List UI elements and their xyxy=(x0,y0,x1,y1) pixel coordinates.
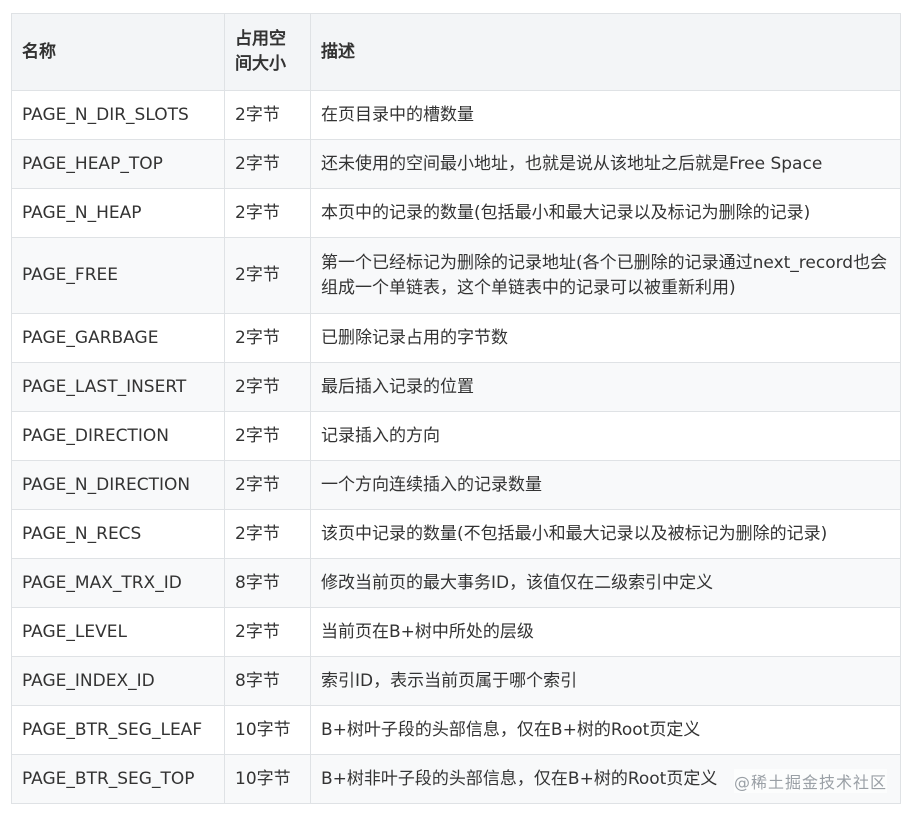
cell-name: PAGE_GARBAGE xyxy=(11,313,225,363)
cell-description: 第一个已经标记为删除的记录地址(各个已删除的记录通过next_record也会组… xyxy=(310,237,901,314)
cell-description: 最后插入记录的位置 xyxy=(310,362,901,412)
table-row: PAGE_FREE 2字节 第一个已经标记为删除的记录地址(各个已删除的记录通过… xyxy=(11,237,901,314)
cell-description: 还未使用的空间最小地址，也就是说从该地址之后就是Free Space xyxy=(310,139,901,189)
cell-description: 当前页在B+树中所处的层级 xyxy=(310,607,901,657)
cell-size: 2字节 xyxy=(224,90,311,140)
cell-size: 2字节 xyxy=(224,362,311,412)
cell-name: PAGE_BTR_SEG_LEAF xyxy=(11,705,225,755)
cell-size: 2字节 xyxy=(224,607,311,657)
table-row: PAGE_N_DIR_SLOTS 2字节 在页目录中的槽数量 xyxy=(11,90,901,140)
cell-name: PAGE_FREE xyxy=(11,237,225,314)
watermark: @稀土掘金技术社区 xyxy=(733,769,887,793)
page-header-table: 名称 占用空间大小 描述 PAGE_N_DIR_SLOTS 2字节 在页目录中的… xyxy=(11,13,901,804)
cell-description: 本页中的记录的数量(包括最小和最大记录以及标记为删除的记录) xyxy=(310,188,901,238)
cell-size: 2字节 xyxy=(224,188,311,238)
cell-name: PAGE_N_RECS xyxy=(11,509,225,559)
header-name: 名称 xyxy=(11,13,225,91)
cell-description: 记录插入的方向 xyxy=(310,411,901,461)
cell-description: 已删除记录占用的字节数 xyxy=(310,313,901,363)
cell-description: 该页中记录的数量(不包括最小和最大记录以及被标记为删除的记录) xyxy=(310,509,901,559)
cell-name: PAGE_N_DIR_SLOTS xyxy=(11,90,225,140)
table-header-row: 名称 占用空间大小 描述 xyxy=(11,13,901,91)
cell-size: 8字节 xyxy=(224,656,311,706)
cell-size: 8字节 xyxy=(224,558,311,608)
cell-size: 2字节 xyxy=(224,237,311,314)
table-row: PAGE_MAX_TRX_ID 8字节 修改当前页的最大事务ID，该值仅在二级索… xyxy=(11,558,901,608)
table-row: PAGE_LEVEL 2字节 当前页在B+树中所处的层级 xyxy=(11,607,901,657)
table-row: PAGE_N_DIRECTION 2字节 一个方向连续插入的记录数量 xyxy=(11,460,901,510)
table-row: PAGE_GARBAGE 2字节 已删除记录占用的字节数 xyxy=(11,313,901,363)
cell-size: 2字节 xyxy=(224,509,311,559)
header-size: 占用空间大小 xyxy=(224,13,311,91)
cell-name: PAGE_DIRECTION xyxy=(11,411,225,461)
cell-name: PAGE_BTR_SEG_TOP xyxy=(11,754,225,804)
cell-name: PAGE_MAX_TRX_ID xyxy=(11,558,225,608)
table-row: PAGE_LAST_INSERT 2字节 最后插入记录的位置 xyxy=(11,362,901,412)
cell-size: 2字节 xyxy=(224,460,311,510)
table-row: PAGE_HEAP_TOP 2字节 还未使用的空间最小地址，也就是说从该地址之后… xyxy=(11,139,901,189)
cell-name: PAGE_HEAP_TOP xyxy=(11,139,225,189)
cell-size: 2字节 xyxy=(224,139,311,189)
cell-description: B+树叶子段的头部信息，仅在B+树的Root页定义 xyxy=(310,705,901,755)
cell-name: PAGE_LAST_INSERT xyxy=(11,362,225,412)
cell-description: 在页目录中的槽数量 xyxy=(310,90,901,140)
cell-name: PAGE_INDEX_ID xyxy=(11,656,225,706)
cell-name: PAGE_N_DIRECTION xyxy=(11,460,225,510)
cell-size: 10字节 xyxy=(224,705,311,755)
header-description: 描述 xyxy=(310,13,901,91)
cell-description: 一个方向连续插入的记录数量 xyxy=(310,460,901,510)
cell-size: 2字节 xyxy=(224,313,311,363)
cell-size: 10字节 xyxy=(224,754,311,804)
cell-name: PAGE_N_HEAP xyxy=(11,188,225,238)
cell-size: 2字节 xyxy=(224,411,311,461)
table-row: PAGE_N_HEAP 2字节 本页中的记录的数量(包括最小和最大记录以及标记为… xyxy=(11,188,901,238)
cell-name: PAGE_LEVEL xyxy=(11,607,225,657)
table-row: PAGE_INDEX_ID 8字节 索引ID，表示当前页属于哪个索引 xyxy=(11,656,901,706)
table-row: PAGE_N_RECS 2字节 该页中记录的数量(不包括最小和最大记录以及被标记… xyxy=(11,509,901,559)
table-row: PAGE_BTR_SEG_LEAF 10字节 B+树叶子段的头部信息，仅在B+树… xyxy=(11,705,901,755)
cell-description: 修改当前页的最大事务ID，该值仅在二级索引中定义 xyxy=(310,558,901,608)
cell-description: 索引ID，表示当前页属于哪个索引 xyxy=(310,656,901,706)
table-row: PAGE_DIRECTION 2字节 记录插入的方向 xyxy=(11,411,901,461)
